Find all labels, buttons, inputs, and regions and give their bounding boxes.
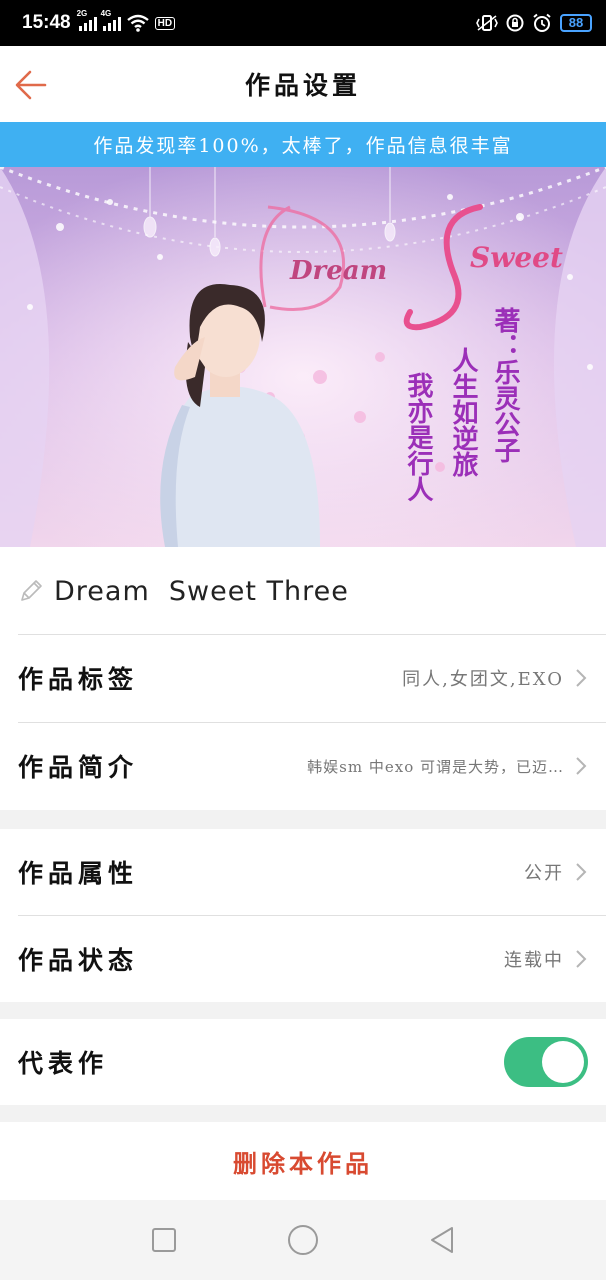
work-name-row[interactable]: Dream Sweet Three: [0, 548, 606, 634]
status-bar: 15:48 2G 4G HD 88: [0, 0, 606, 46]
alarm-icon: [533, 13, 551, 32]
back-triangle-icon[interactable]: [426, 1224, 458, 1256]
attribute-value: 公开: [524, 863, 564, 884]
recents-square-icon[interactable]: [148, 1224, 180, 1256]
cover-line1: 人生如逆旅: [448, 347, 478, 478]
discovery-banner: 作品发现率100%，太棒了，作品信息很丰富: [0, 122, 606, 167]
svg-text:Sweet: Sweet: [470, 241, 563, 274]
representative-row: 代表作: [0, 1019, 606, 1105]
representative-label: 代表作: [18, 1049, 109, 1078]
wifi-icon: [126, 14, 149, 32]
tags-value: 同人,女团文,EXO: [402, 669, 564, 690]
signal-4g-icon: 4G: [101, 9, 121, 31]
cover-line2: 我亦是行人: [403, 372, 434, 502]
system-nav-bar: [0, 1200, 606, 1280]
battery-icon: 88: [560, 14, 592, 32]
status-row[interactable]: 作品状态 连载中: [0, 916, 606, 1002]
chevron-right-icon: [576, 669, 587, 687]
lock-rotation-icon: [506, 14, 524, 32]
status-value: 连载中: [504, 950, 564, 971]
chevron-right-icon: [576, 950, 587, 968]
tags-row[interactable]: 作品标签 同人,女团文,EXO: [0, 635, 606, 721]
intro-row[interactable]: 作品简介 韩娱sm 中exo 可谓是大势，已迈…: [0, 723, 606, 809]
home-circle-icon[interactable]: [287, 1224, 319, 1256]
vibrate-icon: [476, 15, 498, 31]
back-arrow-icon[interactable]: [14, 68, 48, 102]
chevron-right-icon: [576, 863, 587, 881]
attribute-row[interactable]: 作品属性 公开: [0, 829, 606, 915]
intro-value: 韩娱sm 中exo 可谓是大势，已迈…: [307, 757, 564, 776]
representative-toggle[interactable]: [504, 1037, 588, 1087]
section-gap: [0, 810, 606, 829]
intro-label: 作品简介: [18, 753, 139, 782]
status-label: 作品状态: [18, 946, 139, 975]
svg-text:Dream: Dream: [289, 256, 387, 286]
work-name[interactable]: Dream Sweet Three: [54, 576, 349, 607]
tags-label: 作品标签: [18, 665, 139, 694]
hd-icon: HD: [154, 16, 176, 30]
delete-work-button[interactable]: 删除本作品: [0, 1122, 606, 1200]
pencil-icon: [21, 580, 42, 601]
section-gap: [0, 1002, 606, 1019]
toggle-knob: [542, 1041, 584, 1083]
clock: 15:48: [22, 12, 71, 33]
page-title: 作品设置: [244, 71, 361, 100]
attribute-label: 作品属性: [18, 859, 139, 888]
chevron-right-icon: [576, 757, 587, 775]
section-gap: [0, 1105, 606, 1122]
signal-2g-icon: 2G: [77, 9, 97, 31]
header: 作品设置: [0, 46, 606, 122]
cover-author: 著：乐灵公子: [490, 307, 521, 463]
cover-image[interactable]: Dream Sweet 著：乐灵公子 人生如逆旅 我亦是行人: [0, 167, 606, 547]
